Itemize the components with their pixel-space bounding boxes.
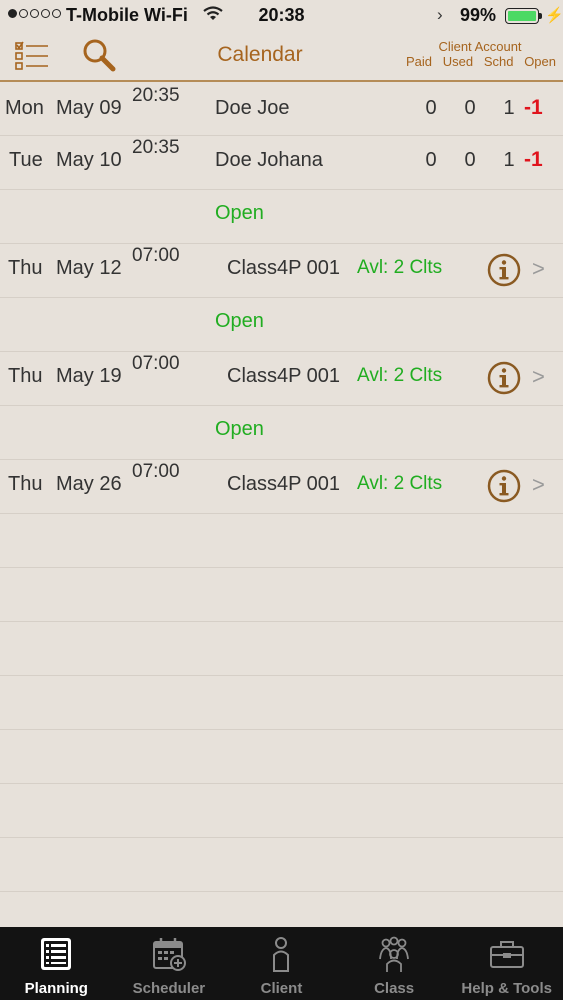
navigation-bar: Calendar Client Account Paid Used Schd O… [0,32,563,82]
row-time: 20:35 [132,85,180,106]
empty-row [0,568,563,622]
row-day: Thu [8,365,43,387]
row-time: 07:00 [132,353,180,374]
schd-count: 1 [503,97,515,119]
account-columns: Paid Used Schd Open [400,54,560,69]
info-icon[interactable] [487,253,521,287]
calendar-list: Mon May 09 20:35 Doe Joe 0 0 1 -1 Tue Ma… [0,84,563,946]
tab-client[interactable]: Client [225,927,338,1000]
open-slot-label: Open [215,418,264,440]
class-name: Class4P 001 [227,473,341,495]
table-row[interactable]: Tue May 10 20:35 Doe Johana 0 0 1 -1 [0,136,563,190]
availability: Avl: 2 Clts [357,365,443,386]
tab-help-tools[interactable]: Help & Tools [450,927,563,1000]
empty-row [0,730,563,784]
planning-icon [41,938,72,970]
column-used: Used [442,54,474,69]
tab-class[interactable]: Class [338,927,451,1000]
class-row[interactable]: Thu May 19 07:00 Class4P 001 Avl: 2 Clts… [0,352,563,406]
column-open: Open [524,54,556,69]
tab-scheduler[interactable]: Scheduler [113,927,226,1000]
class-row[interactable]: Thu May 12 07:00 Class4P 001 Avl: 2 Clts… [0,244,563,298]
open-slot-row[interactable]: Open [0,298,563,352]
charging-icon: ⚡ [545,7,563,24]
column-paid: Paid [406,54,433,69]
class-icon [379,936,409,972]
chevron-right-icon[interactable]: > [532,364,545,390]
row-day: Mon [5,97,44,119]
tab-label: Client [260,980,303,997]
row-date: May 12 [56,257,122,279]
status-bar: T-Mobile Wi-Fi 20:38 › 99% ⚡ [0,0,563,32]
chevron-right-icon[interactable]: > [532,472,545,498]
class-row[interactable]: Thu May 26 07:00 Class4P 001 Avl: 2 Clts… [0,460,563,514]
row-day: Tue [9,149,43,171]
row-date: May 09 [56,97,122,119]
tab-label: Help & Tools [461,980,552,997]
paid-count: 0 [425,97,437,119]
empty-row [0,676,563,730]
tab-bar: Planning Scheduler Client Class Help & T… [0,927,563,1000]
tab-label: Scheduler [132,980,206,997]
table-row[interactable]: Mon May 09 20:35 Doe Joe 0 0 1 -1 [0,84,563,136]
row-date: May 10 [56,149,122,171]
toolbox-icon [489,941,524,968]
open-balance: -1 [524,148,543,171]
used-count: 0 [464,149,476,171]
paid-count: 0 [425,149,437,171]
row-date: May 26 [56,473,122,495]
empty-row [0,622,563,676]
row-date: May 19 [56,365,122,387]
info-icon[interactable] [487,469,521,503]
row-day: Thu [8,257,43,279]
scheduler-icon [152,938,186,971]
open-slot-row[interactable]: Open [0,190,563,244]
open-balance: -1 [524,96,543,119]
availability: Avl: 2 Clts [357,257,443,278]
row-time: 07:00 [132,245,180,266]
schd-count: 1 [503,149,515,171]
availability: Avl: 2 Clts [357,473,443,494]
battery-percent: 99% [460,5,497,25]
column-schd: Schd [483,54,514,69]
client-account-header: Client Account [438,39,522,54]
bluetooth-icon: › [437,5,443,24]
empty-row [0,514,563,568]
used-count: 0 [464,97,476,119]
class-name: Class4P 001 [227,257,341,279]
empty-row [0,784,563,838]
row-time: 20:35 [132,137,180,158]
chevron-right-icon[interactable]: > [532,256,545,282]
row-day: Thu [8,473,43,495]
open-slot-label: Open [215,310,264,332]
client-name: Doe Johana [215,149,323,171]
open-slot-label: Open [215,202,264,224]
info-icon[interactable] [487,361,521,395]
empty-row [0,838,563,892]
class-name: Class4P 001 [227,365,341,387]
tab-label: Planning [24,980,88,997]
battery-icon [505,8,539,24]
client-name: Doe Joe [215,97,290,119]
tab-planning[interactable]: Planning [0,927,113,1000]
client-icon [273,937,290,972]
open-slot-row[interactable]: Open [0,406,563,460]
tab-label: Class [374,980,415,997]
row-time: 07:00 [132,461,180,482]
